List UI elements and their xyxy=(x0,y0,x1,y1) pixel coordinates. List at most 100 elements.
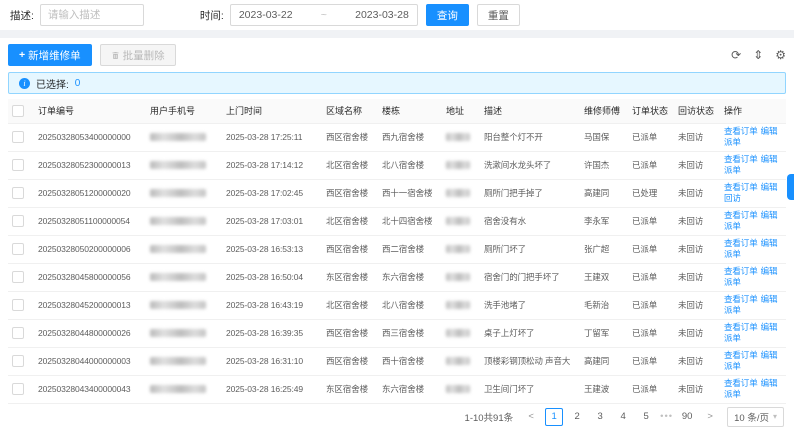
select-all-checkbox[interactable] xyxy=(12,104,24,117)
action-link[interactable]: 查看订单 xyxy=(724,154,758,164)
action-link[interactable]: 编辑 xyxy=(761,350,778,360)
action-link[interactable]: 派单 xyxy=(724,165,741,175)
action-link[interactable]: 编辑 xyxy=(761,210,778,220)
caret-down-icon: ▾ xyxy=(772,412,777,421)
row-checkbox[interactable] xyxy=(12,299,24,311)
action-link[interactable]: 查看订单 xyxy=(724,210,758,220)
action-link[interactable]: 派单 xyxy=(724,137,741,147)
repair-order-admin-page: { "colors": { "primary": "#1890ff", "sel… xyxy=(0,0,794,429)
prev-page-button[interactable]: < xyxy=(522,408,540,426)
action-link[interactable]: 编辑 xyxy=(761,266,778,276)
order-status-cell: 已派单 xyxy=(628,235,674,264)
action-link[interactable]: 编辑 xyxy=(761,322,778,332)
order-no-cell: 20250328050200000006 xyxy=(34,235,146,264)
action-link[interactable]: 查看订单 xyxy=(724,322,758,332)
row-checkbox[interactable] xyxy=(12,383,24,395)
action-link[interactable]: 查看订单 xyxy=(724,294,758,304)
date-range-separator: ~ xyxy=(320,9,327,21)
action-link[interactable]: 回访 xyxy=(724,193,741,203)
col-area: 区域名称 xyxy=(322,99,378,124)
action-link[interactable]: 编辑 xyxy=(761,126,778,136)
action-link[interactable]: 派单 xyxy=(724,333,741,343)
building-cell: 西三宿舍楼 xyxy=(378,319,442,348)
action-link[interactable]: 编辑 xyxy=(761,154,778,164)
col-master: 维修师傅 xyxy=(580,99,628,124)
action-link[interactable]: 派单 xyxy=(724,361,741,371)
action-link[interactable]: 查看订单 xyxy=(724,238,758,248)
pagination-ellipsis[interactable]: ••• xyxy=(660,411,673,422)
area-cell: 西区宿舍楼 xyxy=(322,123,378,152)
visit-status-cell: 未回访 xyxy=(674,263,720,292)
page-button-last[interactable]: 90 xyxy=(678,408,696,426)
actions-cell: 查看订单 编辑派单 xyxy=(720,151,786,180)
actions-cell: 查看订单 编辑派单 xyxy=(720,291,786,320)
floating-handle[interactable] xyxy=(787,174,794,200)
row-checkbox[interactable] xyxy=(12,327,24,339)
main-panel: + 新增维修单 批量删除 ⟳ ⇕ ⚙ i 已选择: 0 订单编号 用户手机号 上… xyxy=(0,38,794,429)
master-cell: 王建双 xyxy=(580,263,628,292)
row-checkbox[interactable] xyxy=(12,131,24,143)
reload-icon[interactable]: ⟳ xyxy=(731,49,741,61)
page-button-1[interactable]: 1 xyxy=(545,407,564,426)
area-cell: 西区宿舍楼 xyxy=(322,319,378,348)
row-checkbox[interactable] xyxy=(12,159,24,171)
col-order-no: 订单编号 xyxy=(34,99,146,124)
action-link[interactable]: 派单 xyxy=(724,305,741,315)
description-input[interactable] xyxy=(39,4,144,26)
visit-status-cell: 未回访 xyxy=(674,179,720,208)
visit-status-cell: 未回访 xyxy=(674,235,720,264)
visit-time-cell: 2025-03-28 17:25:11 xyxy=(222,123,322,152)
action-link[interactable]: 查看订单 xyxy=(724,266,758,276)
row-checkbox[interactable] xyxy=(12,355,24,367)
order-status-cell: 已派单 xyxy=(628,291,674,320)
batch-delete-label: 批量删除 xyxy=(122,49,165,62)
action-link[interactable]: 查看订单 xyxy=(724,182,758,192)
phone-redacted-blur xyxy=(150,189,206,197)
add-repair-order-button[interactable]: + 新增维修单 xyxy=(8,44,92,66)
row-checkbox[interactable] xyxy=(12,215,24,227)
batch-delete-button[interactable]: 批量删除 xyxy=(99,44,176,66)
settings-icon[interactable]: ⚙ xyxy=(775,49,786,61)
page-button-4[interactable]: 4 xyxy=(614,408,632,426)
page-size-select[interactable]: 10 条/页 ▾ xyxy=(727,406,784,427)
density-icon[interactable]: ⇕ xyxy=(753,49,763,61)
action-link[interactable]: 编辑 xyxy=(761,182,778,192)
table-row: 20250328045800000056 2025-03-28 16:50:04… xyxy=(8,263,786,292)
page-button-2[interactable]: 2 xyxy=(568,408,586,426)
action-link[interactable]: 编辑 xyxy=(761,238,778,248)
actions-cell: 查看订单 编辑派单 xyxy=(720,235,786,264)
visit-time-cell: 2025-03-28 16:39:35 xyxy=(222,319,322,348)
action-link[interactable]: 派单 xyxy=(724,221,741,231)
order-no-cell: 20250328045200000013 xyxy=(34,291,146,320)
row-checkbox[interactable] xyxy=(12,271,24,283)
order-no-cell: 20250328045800000056 xyxy=(34,263,146,292)
action-link[interactable]: 派单 xyxy=(724,389,741,399)
date-start-value[interactable]: 2023-03-22 xyxy=(239,9,293,21)
visit-time-cell: 2025-03-28 16:25:49 xyxy=(222,375,322,404)
order-no-cell: 20250328044800000026 xyxy=(34,319,146,348)
action-link[interactable]: 派单 xyxy=(724,249,741,259)
action-link[interactable]: 查看订单 xyxy=(724,126,758,136)
order-status-cell: 已派单 xyxy=(628,151,674,180)
page-button-5[interactable]: 5 xyxy=(637,408,655,426)
date-end-value[interactable]: 2023-03-28 xyxy=(355,9,409,21)
area-cell: 西区宿舍楼 xyxy=(322,235,378,264)
action-link[interactable]: 编辑 xyxy=(761,294,778,304)
row-checkbox[interactable] xyxy=(12,243,24,255)
visit-status-cell: 未回访 xyxy=(674,151,720,180)
address-redacted-blur xyxy=(446,161,470,169)
page-button-3[interactable]: 3 xyxy=(591,408,609,426)
action-link[interactable]: 查看订单 xyxy=(724,350,758,360)
search-button[interactable]: 查询 xyxy=(425,4,469,26)
action-link[interactable]: 编辑 xyxy=(761,378,778,388)
plus-icon: + xyxy=(19,49,26,61)
col-phone: 用户手机号 xyxy=(146,99,222,124)
next-page-button[interactable]: > xyxy=(701,408,719,426)
row-checkbox[interactable] xyxy=(12,187,24,199)
description-cell: 厕所门坏了 xyxy=(480,235,580,264)
actions-cell: 查看订单 编辑派单 xyxy=(720,263,786,292)
action-link[interactable]: 派单 xyxy=(724,277,741,287)
date-range-picker[interactable]: 2023-03-22 ~ 2023-03-28 xyxy=(229,4,418,26)
action-link[interactable]: 查看订单 xyxy=(724,378,758,388)
reset-button[interactable]: 重置 xyxy=(476,4,520,26)
